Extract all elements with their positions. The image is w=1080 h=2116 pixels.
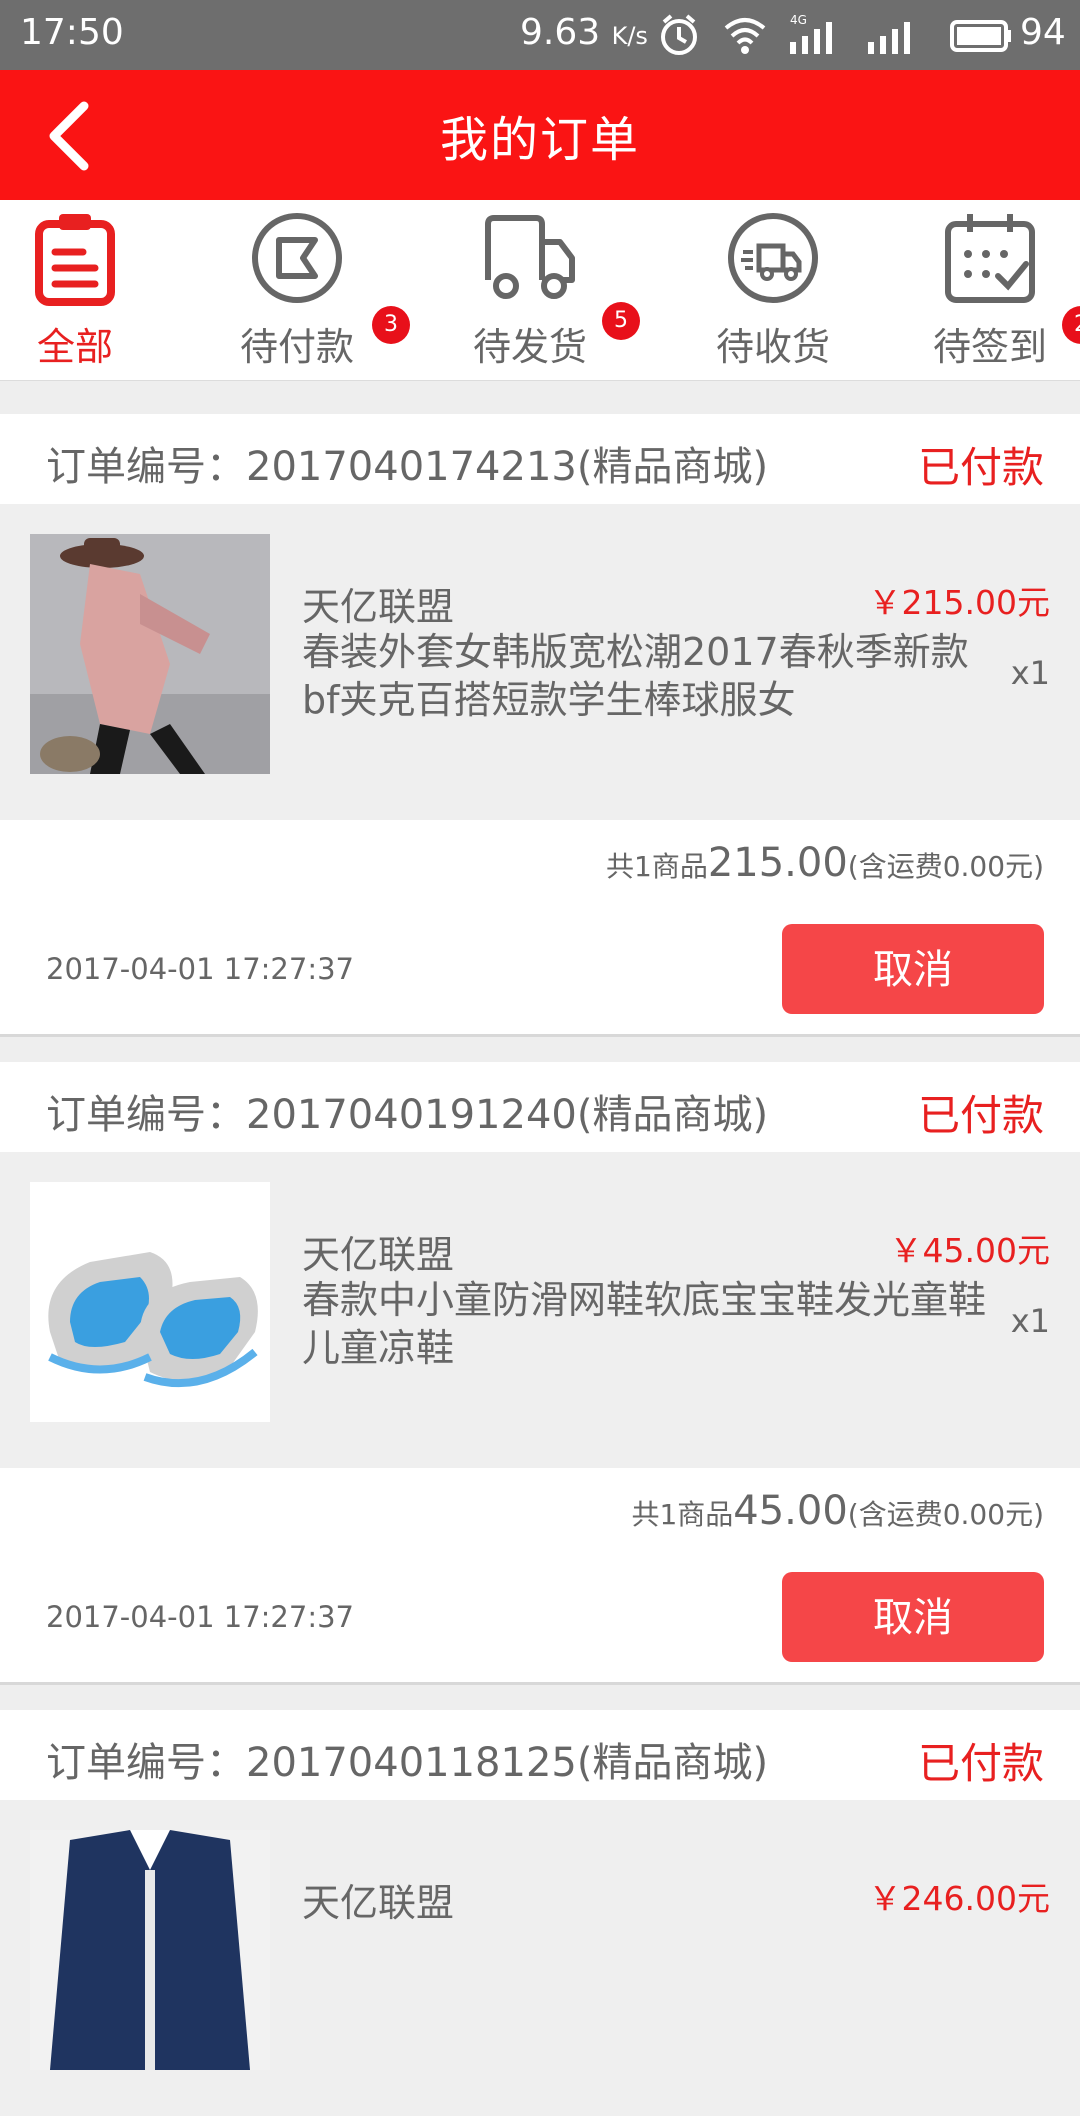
order-header: 订单编号：2017040118125(精品商城) 已付款 <box>0 1710 1080 1800</box>
order-status: 已付款 <box>917 443 1044 492</box>
clipboard-icon <box>35 214 115 306</box>
count-badge: 3 <box>372 306 410 344</box>
shop-name: 天亿联盟 <box>302 585 455 629</box>
product-price: ￥215.00元 <box>868 583 1050 622</box>
item-count: 共1商品 <box>606 850 708 883</box>
tab-all[interactable]: 全部 <box>0 200 175 380</box>
product-quantity: x1 <box>1010 1302 1050 1340</box>
order-item[interactable]: 天亿联盟 ￥215.00元 春装外套女韩版宽松潮2017春秋季新款bf夹克百搭短… <box>0 504 1080 820</box>
product-price: ￥45.00元 <box>889 1231 1050 1270</box>
network-speed: 9.63 K/s <box>520 12 648 53</box>
count-badge: 5 <box>602 302 640 340</box>
tab-label: 待收货 <box>715 325 830 369</box>
order-footer: 共1商品45.00(含运费0.00元) 2017-04-01 17:27:37 … <box>0 1468 1080 1685</box>
tab-label: 待付款 <box>239 325 354 369</box>
order-number: 订单编号：2017040174213(精品商城) <box>46 444 769 490</box>
order-number: 订单编号：2017040191240(精品商城) <box>46 1092 769 1138</box>
tab-label: 待发货 <box>472 325 587 369</box>
order-summary: 共1商品215.00(含运费0.00元) <box>606 840 1044 886</box>
order-footer: 共1商品215.00(含运费0.00元) 2017-04-01 17:27:37… <box>0 820 1080 1037</box>
order-number: 订单编号：2017040118125(精品商城) <box>46 1740 769 1786</box>
item-count: 共1商品 <box>631 1498 734 1531</box>
truck-icon <box>485 215 575 299</box>
tab-pending-receipt[interactable]: 待收货 <box>673 200 873 380</box>
product-name: 春款中小童防滑网鞋软底宝宝鞋发光童鞋儿童凉鞋 <box>302 1278 987 1370</box>
order-total: 45.00 <box>733 1488 848 1534</box>
app-header: 我的订单 <box>0 70 1080 200</box>
alarm-icon <box>661 14 697 55</box>
product-name: 春装外套女韩版宽松潮2017春秋季新款bf夹克百搭短款学生棒球服女 <box>302 630 969 722</box>
network-speed-unit: K/s <box>611 22 648 50</box>
cellular-signal-icon <box>868 22 910 54</box>
battery-level: 94 <box>1020 12 1066 53</box>
order-summary: 共1商品45.00(含运费0.00元) <box>631 1488 1044 1534</box>
shop-name: 天亿联盟 <box>302 1233 455 1277</box>
shipping-note: (含运费0.00元) <box>847 1498 1044 1531</box>
product-quantity: x1 <box>1010 654 1050 692</box>
page-title: 我的订单 <box>439 112 640 168</box>
product-image[interactable] <box>30 1182 270 1422</box>
order-date: 2017-04-01 17:27:37 <box>46 1600 354 1634</box>
calendar-check-icon <box>945 214 1035 303</box>
order-header: 订单编号：2017040191240(精品商城) 已付款 <box>0 1062 1080 1152</box>
tab-pending-signin[interactable]: 待签到 2 <box>890 200 1080 380</box>
order-date: 2017-04-01 17:27:37 <box>46 952 354 986</box>
order-status: 已付款 <box>917 1739 1044 1788</box>
wallet-icon <box>252 213 342 303</box>
status-time: 17:50 <box>20 12 124 53</box>
tab-label: 全部 <box>36 325 113 369</box>
order-status-tabs: 全部 待付款 3 待发货 5 待收货 待签到 <box>0 200 1080 381</box>
product-image[interactable] <box>30 534 270 774</box>
order-header: 订单编号：2017040174213(精品商城) 已付款 <box>0 414 1080 504</box>
delivery-icon <box>728 213 818 303</box>
wifi-icon <box>724 18 766 54</box>
status-bar: 17:50 9.63 K/s 4G 94 <box>0 0 1080 70</box>
tab-pending-shipment[interactable]: 待发货 5 <box>430 200 640 380</box>
cancel-button[interactable]: 取消 <box>782 924 1044 1014</box>
product-price: ￥246.00元 <box>868 1879 1050 1918</box>
shop-name: 天亿联盟 <box>302 1881 455 1925</box>
shipping-note: (含运费0.00元) <box>847 850 1044 883</box>
battery-icon <box>950 20 1011 52</box>
order-item[interactable]: 天亿联盟 ￥246.00元 <box>0 1800 1080 2116</box>
cellular-4g-icon: 4G <box>790 13 832 54</box>
tab-label: 待签到 <box>932 325 1047 369</box>
product-image[interactable] <box>30 1830 270 2070</box>
svg-text:4G: 4G <box>790 13 807 27</box>
order-total: 215.00 <box>707 840 848 886</box>
cancel-button[interactable]: 取消 <box>782 1572 1044 1662</box>
tab-pending-payment[interactable]: 待付款 3 <box>197 200 410 380</box>
order-status: 已付款 <box>917 1091 1044 1140</box>
order-item[interactable]: 天亿联盟 ￥45.00元 春款中小童防滑网鞋软底宝宝鞋发光童鞋儿童凉鞋 x1 <box>0 1152 1080 1468</box>
network-speed-value: 9.63 <box>520 12 601 53</box>
